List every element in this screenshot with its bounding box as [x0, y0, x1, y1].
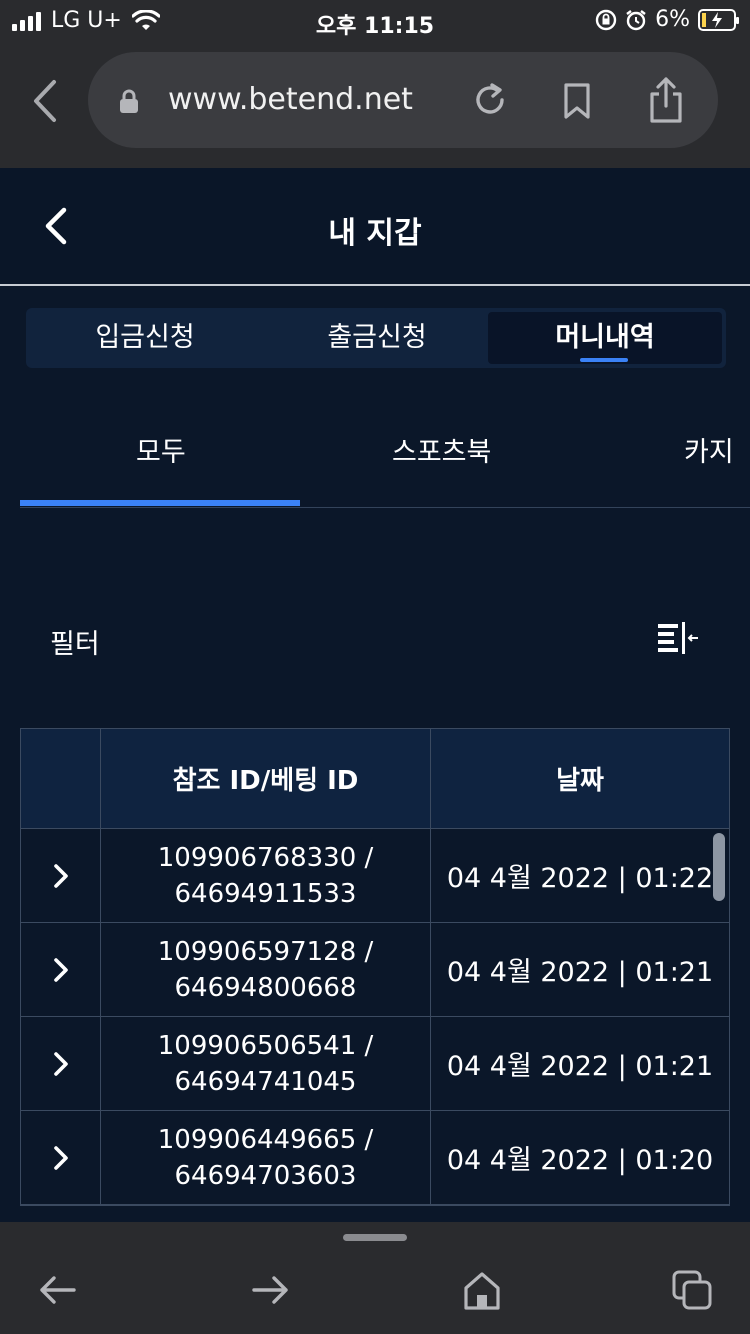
filter-toggle-icon[interactable]: [654, 618, 700, 658]
reload-icon[interactable]: [470, 80, 510, 120]
subtab-active-indicator: [20, 500, 300, 506]
subtab-casino[interactable]: 카지: [684, 430, 734, 469]
table-row[interactable]: 109906768330 / 64694911533 04 4월 2022 | …: [21, 829, 729, 923]
orientation-lock-icon: [595, 9, 617, 30]
bet-id: 64694741045: [174, 1066, 357, 1097]
url-text: www.betend.net: [168, 82, 413, 117]
row-date: 04 4월 2022 | 01:21: [446, 957, 714, 988]
bookmark-icon[interactable]: [560, 82, 594, 120]
status-bar: LG U+ 오후 11:15 6%: [0, 0, 750, 44]
tab-money-history[interactable]: 머니내역: [488, 312, 722, 364]
home-icon[interactable]: [460, 1268, 504, 1312]
subtab-sportsbook[interactable]: 스포츠북: [392, 430, 491, 469]
browser-top-bar: LG U+ 오후 11:15 6% www.betend.net: [0, 0, 750, 168]
row-date: 04 4월 2022 | 01:20: [446, 1145, 714, 1176]
bet-id: 64694800668: [174, 972, 357, 1003]
table-row[interactable]: 109906449665 / 64694703603 04 4월 2022 | …: [21, 1111, 729, 1205]
subtab-all[interactable]: 모두: [136, 430, 186, 469]
table-scrollbar[interactable]: [713, 833, 725, 901]
lock-icon: [120, 89, 138, 113]
expand-chevron-icon[interactable]: [51, 956, 71, 984]
tab-deposit-request[interactable]: 입금신청: [30, 312, 260, 364]
expand-chevron-icon[interactable]: [51, 1144, 71, 1172]
row-date: 04 4월 2022 | 01:22: [446, 863, 714, 894]
tab-withdraw-request[interactable]: 출금신청: [262, 312, 492, 364]
header-expand-col: [21, 729, 101, 828]
tabs-icon[interactable]: [670, 1268, 714, 1312]
toolbar-grabber[interactable]: [343, 1234, 407, 1241]
row-date: 04 4월 2022 | 01:21: [446, 1051, 714, 1082]
bet-id: 64694703603: [174, 1160, 357, 1191]
header-ref-bet-id: 참조 ID/베팅 ID: [101, 729, 431, 828]
ref-id: 109906449665 /: [157, 1124, 374, 1155]
filter-label: 필터: [50, 629, 100, 660]
alarm-icon: [626, 9, 646, 30]
share-icon[interactable]: [646, 76, 686, 124]
expand-chevron-icon[interactable]: [51, 1050, 71, 1078]
wallet-segmented-control: 입금신청 출금신청 머니내역: [26, 308, 726, 368]
expand-chevron-icon[interactable]: [51, 862, 71, 890]
page-title: 내 지갑: [328, 216, 422, 251]
browser-bottom-bar: [0, 1222, 750, 1334]
table-header-row: 참조 ID/베팅 ID 날짜: [21, 729, 729, 829]
ref-id: 109906768330 /: [157, 842, 374, 873]
battery-icon: [698, 8, 739, 31]
address-bar[interactable]: www.betend.net: [88, 52, 718, 148]
nav-forward-arrow-icon[interactable]: [248, 1268, 292, 1312]
active-tab-underline: [580, 358, 628, 362]
battery-percent: 6%: [655, 7, 690, 32]
nav-back-arrow-icon[interactable]: [36, 1268, 80, 1312]
history-subtabs: 모두 스포츠북 카지: [20, 418, 750, 508]
tab-money-history-label: 머니내역: [555, 322, 655, 353]
table-row[interactable]: 109906597128 / 64694800668 04 4월 2022 | …: [21, 923, 729, 1017]
wallet-page: 내 지갑 입금신청 출금신청 머니내역 모두 스포츠북 카지 필터 참조 ID/…: [0, 168, 750, 1222]
header-date: 날짜: [556, 766, 604, 796]
money-history-table: 참조 ID/베팅 ID 날짜 109906768330 / 6469491153…: [20, 728, 730, 1206]
table-row[interactable]: 109906506541 / 64694741045 04 4월 2022 | …: [21, 1017, 729, 1111]
browser-back-chevron-icon[interactable]: [24, 76, 64, 126]
bet-id: 64694911533: [174, 878, 357, 909]
ref-id: 109906597128 /: [157, 936, 374, 967]
page-header: 내 지갑: [0, 168, 750, 286]
ref-id: 109906506541 /: [157, 1030, 374, 1061]
